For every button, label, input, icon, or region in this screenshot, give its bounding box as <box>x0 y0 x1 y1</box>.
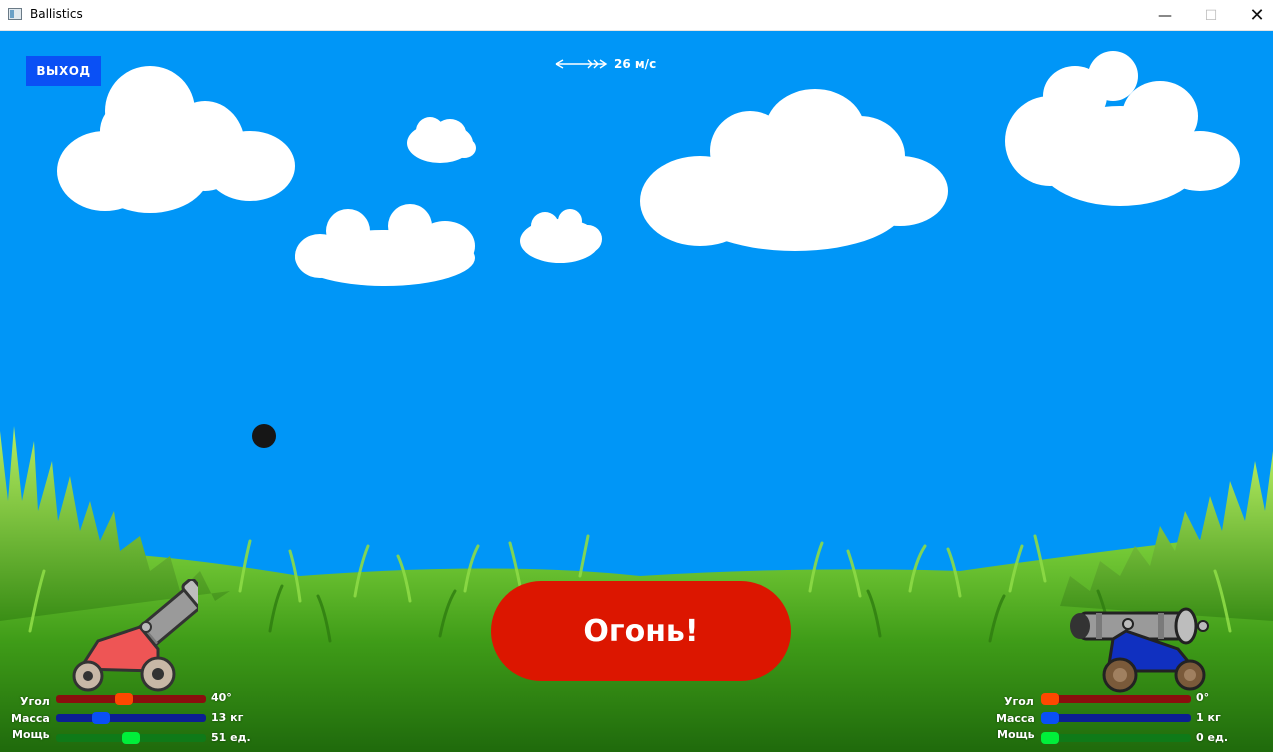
right-angle-slider[interactable] <box>1041 693 1191 705</box>
window-title: Ballistics <box>30 7 83 21</box>
left-mass-slider[interactable] <box>56 712 206 724</box>
right-mass-label: Масса <box>996 712 1035 725</box>
close-button[interactable]: ✕ <box>1234 0 1273 31</box>
right-mass-slider-thumb[interactable] <box>1041 712 1059 724</box>
left-mass-label: Масса <box>11 712 50 725</box>
exit-button[interactable]: ВЫХОД <box>26 56 101 86</box>
left-power-slider-thumb[interactable] <box>122 732 140 744</box>
left-mass-value: 13 кг <box>211 711 244 724</box>
left-angle-slider[interactable] <box>56 693 206 705</box>
right-angle-value: 0° <box>1196 691 1210 704</box>
right-power-value: 0 ед. <box>1196 731 1229 744</box>
wind-arrow-icon <box>555 59 608 69</box>
cannonball <box>252 424 276 448</box>
right-mass-value: 1 кг <box>1196 711 1221 724</box>
right-power-slider-thumb[interactable] <box>1041 732 1059 744</box>
game-scene: ВЫХОД 26 м/с Огонь! Угол 40° Масса 13 кг… <box>0 31 1273 752</box>
right-angle-slider-thumb[interactable] <box>1041 693 1059 705</box>
left-power-slider[interactable] <box>56 732 206 744</box>
fire-button[interactable]: Огонь! <box>491 581 791 681</box>
left-power-value: 51 ед. <box>211 731 251 744</box>
right-power-slider[interactable] <box>1041 732 1191 744</box>
left-cannon <box>72 579 198 692</box>
left-angle-value: 40° <box>211 691 232 704</box>
wind-indicator: 26 м/с <box>554 57 656 71</box>
app-icon <box>8 8 22 20</box>
minimize-button[interactable]: — <box>1142 0 1188 31</box>
left-angle-slider-thumb[interactable] <box>115 693 133 705</box>
right-mass-slider[interactable] <box>1041 712 1191 724</box>
maximize-button[interactable]: ☐ <box>1188 0 1234 31</box>
title-bar: Ballistics — ☐ ✕ <box>0 0 1273 31</box>
left-power-label: Мощь <box>12 728 50 741</box>
left-angle-label: Угол <box>20 695 50 708</box>
right-power-label: Мощь <box>997 728 1035 741</box>
wind-speed: 26 м/с <box>614 57 657 71</box>
right-angle-label: Угол <box>1004 695 1034 708</box>
left-mass-slider-thumb[interactable] <box>92 712 110 724</box>
right-cannon <box>1070 607 1209 693</box>
